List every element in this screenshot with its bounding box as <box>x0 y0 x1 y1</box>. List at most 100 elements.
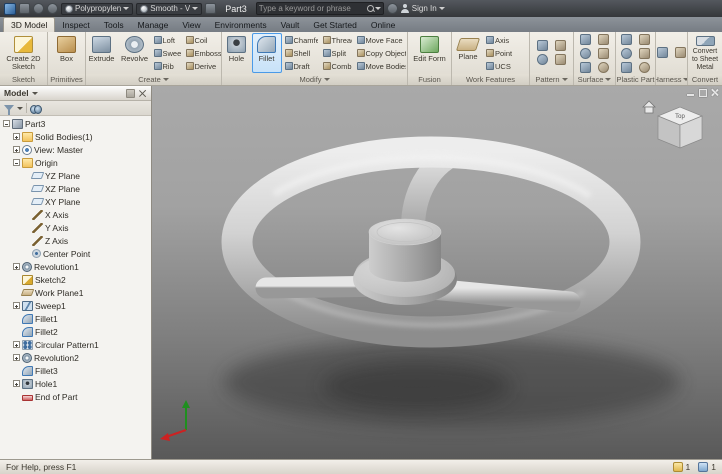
boss-button[interactable] <box>636 33 653 46</box>
shell-button[interactable]: Shell <box>283 47 319 60</box>
inventor-logo-icon[interactable] <box>4 2 16 15</box>
tab-online[interactable]: Online <box>364 18 403 32</box>
tree-expander-icon[interactable] <box>13 380 20 387</box>
tab-3d-model[interactable]: 3D Model <box>3 17 56 32</box>
tree-item-center-point[interactable]: Center Point <box>0 247 151 260</box>
tab-inspect[interactable]: Inspect <box>55 18 96 32</box>
tree-item-yz-plane[interactable]: YZ Plane <box>0 169 151 182</box>
browser-options-icon[interactable] <box>126 88 135 98</box>
tree-item-hole1[interactable]: Hole1 <box>0 377 151 390</box>
group-label-work-features[interactable]: Work Features <box>452 74 529 85</box>
tree-item-work-plane1[interactable]: Work Plane1 <box>0 286 151 299</box>
tree-item-solid-bodies-1[interactable]: Solid Bodies(1) <box>0 130 151 143</box>
viewport-canvas[interactable]: Top <box>152 86 722 459</box>
rest-button[interactable] <box>618 47 635 60</box>
browser-header[interactable]: Model <box>0 86 151 101</box>
tree-expander-icon[interactable] <box>13 302 20 309</box>
mirror-button[interactable] <box>534 53 551 66</box>
tab-view[interactable]: View <box>175 18 207 32</box>
tree-item-xy-plane[interactable]: XY Plane <box>0 195 151 208</box>
tree-item-sweep1[interactable]: Sweep1 <box>0 299 151 312</box>
filter-icon[interactable] <box>4 105 14 115</box>
tree-expander-icon[interactable] <box>13 159 20 166</box>
chevron-down-icon[interactable] <box>17 106 23 110</box>
ucs-button[interactable]: UCS <box>484 60 528 73</box>
emboss-button[interactable]: Emboss <box>184 47 222 60</box>
restore-icon[interactable] <box>698 88 707 97</box>
sign-in-button[interactable]: Sign In <box>401 4 445 13</box>
group-label-plastic-part[interactable]: Plastic Part <box>616 74 655 85</box>
tree-expander-icon[interactable] <box>13 263 20 270</box>
convert-to-sheet-metal-button[interactable]: Convert to Sheet Metal <box>689 33 721 73</box>
hub-top-face[interactable] <box>368 218 442 246</box>
loft-button[interactable]: Loft <box>152 34 182 47</box>
extend-button[interactable] <box>595 47 612 60</box>
thread-button[interactable]: Thread <box>321 34 353 47</box>
chamfer-button[interactable]: Chamfer <box>283 34 319 47</box>
group-label-create[interactable]: Create <box>86 74 221 85</box>
group-label-sketch[interactable]: Sketch <box>0 74 47 85</box>
browser-close-icon[interactable] <box>138 89 147 98</box>
notification-icon[interactable] <box>672 462 683 472</box>
tree-item-fillet1[interactable]: Fillet1 <box>0 312 151 325</box>
tree-item-end-of-part[interactable]: End of Part <box>0 390 151 403</box>
group-label-convert[interactable]: Convert <box>688 74 722 85</box>
view-cube[interactable]: Top <box>657 106 703 149</box>
coil-button[interactable]: Coil <box>184 34 222 47</box>
group-label-pattern[interactable]: Pattern <box>530 73 573 85</box>
steering-wheel-model[interactable] <box>221 136 641 348</box>
box-button[interactable]: Box <box>51 33 83 73</box>
search-input[interactable] <box>258 4 366 13</box>
update-icon[interactable] <box>698 462 709 472</box>
save-icon[interactable] <box>19 3 30 14</box>
tree-item-fillet3[interactable]: Fillet3 <box>0 364 151 377</box>
derive-button[interactable]: Derive <box>184 60 222 73</box>
communication-center-icon[interactable] <box>386 3 398 14</box>
viewport-3d[interactable]: Top <box>152 86 722 459</box>
trim-button[interactable] <box>577 47 594 60</box>
tree-item-sketch2[interactable]: Sketch2 <box>0 273 151 286</box>
tab-environments[interactable]: Environments <box>208 18 274 32</box>
group-label-harness[interactable]: Harness <box>656 73 687 85</box>
material-dropdown[interactable]: Polypropylen <box>61 2 134 15</box>
tree-expander-icon[interactable] <box>3 120 10 127</box>
edit-form-button[interactable]: Edit Form <box>410 33 450 73</box>
axis-button[interactable]: Axis <box>484 34 528 47</box>
replace-face-button[interactable] <box>595 61 612 74</box>
group-label-surface[interactable]: Surface <box>574 74 615 85</box>
redo-icon[interactable] <box>47 3 58 14</box>
copy-object-button[interactable]: Copy Object <box>355 47 407 60</box>
sketch-driven-pattern-button[interactable] <box>552 53 569 66</box>
tree-expander-icon[interactable] <box>13 133 20 140</box>
tab-tools[interactable]: Tools <box>97 18 131 32</box>
tree-expander-icon[interactable] <box>13 354 20 361</box>
home-icon[interactable] <box>642 100 656 114</box>
tree-item-x-axis[interactable]: X Axis <box>0 208 151 221</box>
extrude-button[interactable]: Extrude <box>86 33 118 73</box>
tree-item-revolution1[interactable]: Revolution1 <box>0 260 151 273</box>
patch-button[interactable] <box>595 33 612 46</box>
grill-button[interactable] <box>618 33 635 46</box>
fillet-button[interactable]: Fillet <box>251 33 282 73</box>
tree-item-xz-plane[interactable]: XZ Plane <box>0 182 151 195</box>
tree-expander-icon[interactable] <box>13 341 20 348</box>
chevron-down-icon[interactable] <box>31 91 38 95</box>
create-harness-button[interactable] <box>656 46 671 59</box>
tree-expander-icon[interactable] <box>13 146 20 153</box>
lip-button[interactable] <box>636 61 653 74</box>
create-2d-sketch-button[interactable]: Create 2D Sketch <box>2 33 46 73</box>
split-button[interactable]: Split <box>321 47 353 60</box>
close-icon[interactable] <box>710 88 719 97</box>
rib-plastic-button[interactable] <box>618 61 635 74</box>
search-icon[interactable] <box>366 4 375 13</box>
snap-fit-button[interactable] <box>636 47 653 60</box>
draft-button[interactable]: Draft <box>283 60 319 73</box>
point-button[interactable]: Point <box>484 47 528 60</box>
group-label-fusion[interactable]: Fusion <box>408 74 451 85</box>
tab-vault[interactable]: Vault <box>274 18 307 32</box>
undo-icon[interactable] <box>33 3 44 14</box>
route-button[interactable] <box>672 46 687 59</box>
tree-item-fillet2[interactable]: Fillet2 <box>0 325 151 338</box>
move-bodies-button[interactable]: Move Bodies <box>355 60 407 73</box>
stitch-button[interactable] <box>577 33 594 46</box>
